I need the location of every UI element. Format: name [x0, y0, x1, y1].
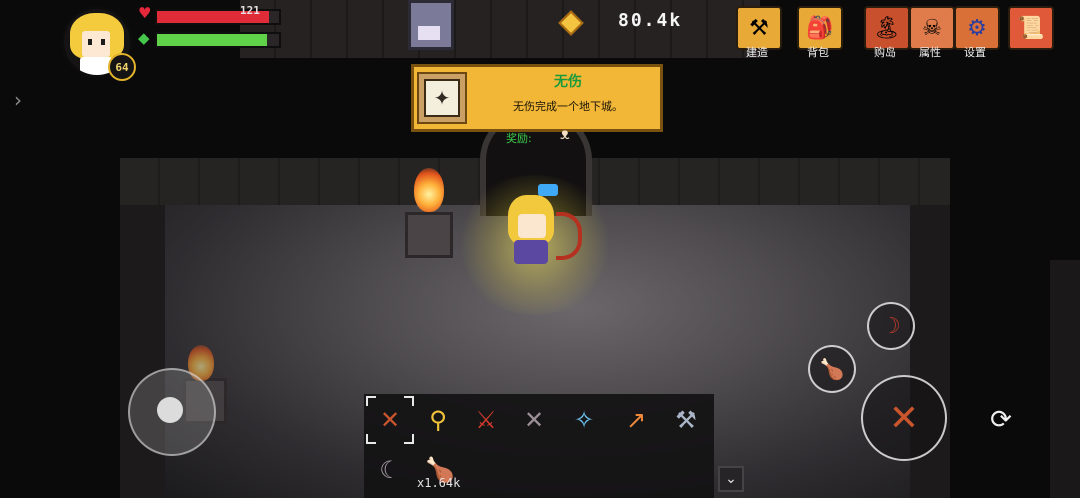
avatar-eye — [88, 39, 92, 45]
achievement-icon: ✦ — [424, 79, 460, 117]
attributes-label: 属性 — [919, 46, 941, 59]
hotbar-slot-dark-crossbow[interactable]: ✕ — [514, 400, 554, 440]
anvil-icon: ⚒ — [749, 15, 769, 41]
reward-pet-icon: ᴥ — [560, 124, 570, 143]
hero-body — [514, 240, 548, 264]
fire-torch-icon: ↗ — [625, 406, 647, 434]
joystick-knob[interactable] — [157, 397, 183, 423]
skull-scroll-icon: ☠ — [922, 15, 942, 41]
bow-icon: ☾ — [379, 456, 401, 484]
attack-button[interactable]: ✕ — [861, 375, 947, 461]
build-label: 建造 — [746, 46, 768, 59]
hp-value: 121 — [240, 4, 260, 17]
dark-crossbow-icon: ✕ — [523, 406, 545, 434]
hammer-icon: ⚒ — [675, 406, 697, 434]
hotbar-slot-ice-spear[interactable]: ✧ — [564, 400, 604, 440]
meat-count: x1.64k — [417, 476, 461, 490]
backpack-label: 背包 — [807, 46, 829, 59]
level-badge: 64 — [108, 53, 136, 81]
achievement-title: 无伤 — [554, 74, 582, 90]
reward-label: 奖励: — [506, 132, 532, 145]
roast-meat-icon: 🍗 — [819, 357, 845, 381]
selection-corner — [366, 434, 376, 444]
statue-face — [418, 26, 440, 40]
currency-amount: 80.4k — [618, 10, 683, 31]
achievement-icon-frame: ✦ — [417, 72, 467, 124]
hero-ribbon — [538, 184, 558, 196]
buy-island-label: 购岛 — [874, 46, 896, 59]
torch-flame — [414, 168, 444, 212]
hotbar-slot-shovel[interactable]: ⚲ — [418, 400, 458, 440]
avatar-face — [82, 31, 110, 57]
red-sword-icon: ⚔ — [475, 406, 497, 434]
gear-icon: ⚙ — [967, 15, 987, 41]
achievement-popup: ✦ 无伤 无伤完成一个地下城。 — [411, 64, 663, 132]
torch-pedestal — [405, 212, 453, 258]
hotbar-expand-button[interactable]: ⌄ — [718, 466, 744, 492]
stone-statue — [408, 0, 454, 50]
energy-icon: ◆ — [138, 29, 150, 47]
energy-bar-fill — [157, 34, 267, 46]
hp-bar — [155, 9, 281, 25]
bow-icon: ☽ — [881, 313, 901, 339]
hotbar-slot-fire-torch[interactable]: ↗ — [616, 400, 656, 440]
backpack-icon: 🎒 — [806, 15, 834, 41]
selection-corner — [404, 396, 414, 406]
selection-corner — [366, 396, 376, 406]
chevron-down-icon: ⌄ — [725, 471, 737, 487]
map-icon: 📜 — [1017, 15, 1045, 41]
dodge-roll-button[interactable]: ⟳ — [976, 395, 1026, 445]
hotbar-slot-sword[interactable]: ⚔ — [466, 400, 506, 440]
crossbow-icon: ✕ — [888, 397, 920, 439]
hotbar-slot-bow[interactable]: ☾ — [370, 450, 410, 490]
energy-bar — [155, 32, 281, 48]
golden-shovel-icon: ⚲ — [429, 406, 447, 434]
map-button[interactable]: 📜 — [1008, 6, 1054, 50]
hotbar-slot-hammer[interactable]: ⚒ — [666, 400, 706, 440]
roll-icon: ⟳ — [990, 405, 1012, 435]
island-icon: 🏝 — [873, 15, 901, 41]
ice-spear-icon: ✧ — [573, 406, 595, 434]
avatar-eye — [101, 39, 105, 45]
heart-icon: ♥ — [138, 4, 152, 22]
eat-food-button[interactable]: 🍗 — [808, 345, 856, 393]
switch-weapon-button[interactable]: ☽ — [867, 302, 915, 350]
side-pillar — [1050, 260, 1080, 498]
achievement-description: 无伤完成一个地下城。 — [513, 100, 623, 113]
selection-corner — [404, 434, 414, 444]
side-panel-chevron-icon[interactable]: › — [14, 88, 22, 112]
settings-label: 设置 — [964, 46, 986, 59]
hero-face — [518, 214, 546, 238]
crossbow-icon: ✕ — [379, 406, 401, 434]
